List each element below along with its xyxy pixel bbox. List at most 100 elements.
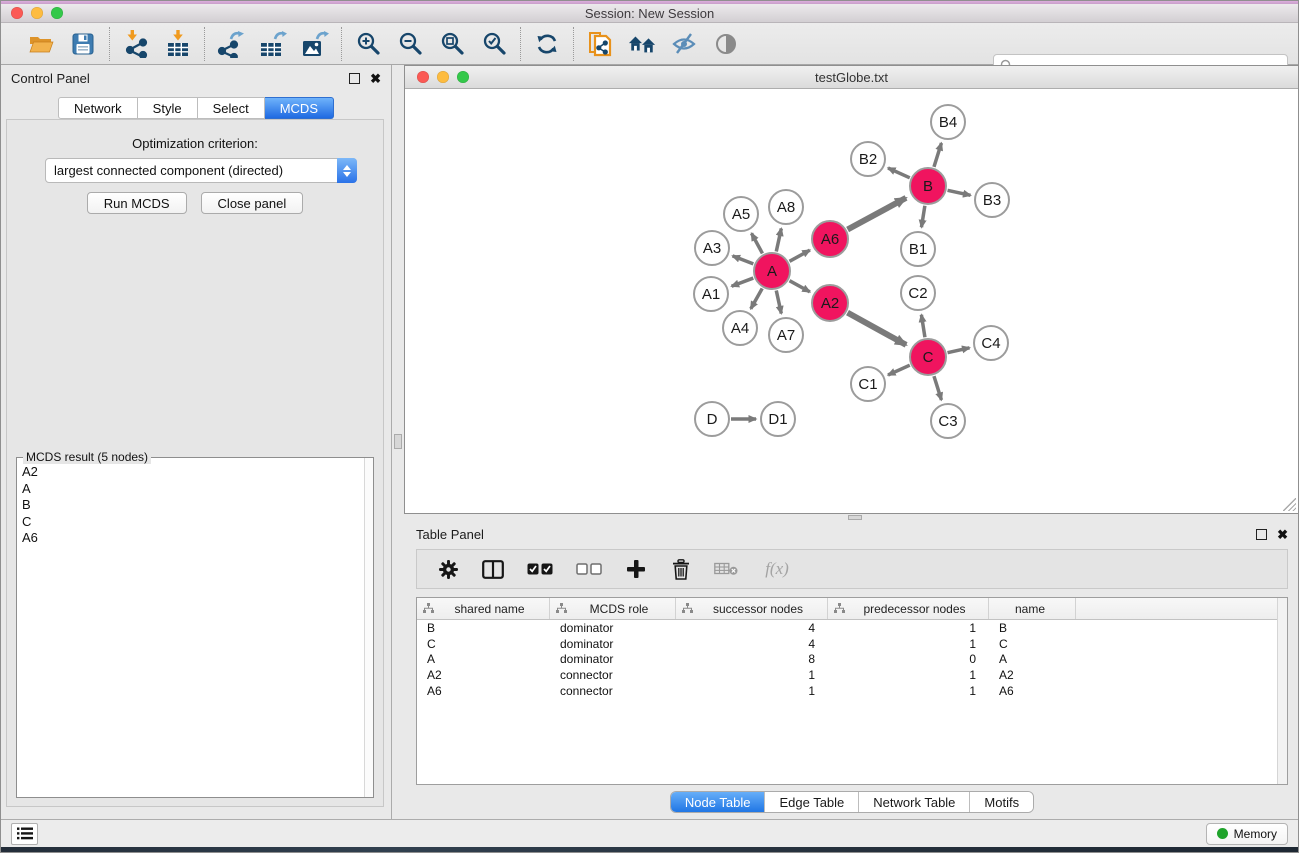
zoom-in-icon[interactable]: [354, 29, 382, 59]
mcds-result-item[interactable]: A2: [22, 464, 373, 481]
mcds-result-item[interactable]: A: [22, 481, 373, 498]
zoom-fit-icon[interactable]: [438, 29, 466, 59]
tab-edge-table[interactable]: Edge Table: [764, 792, 858, 812]
cell-MCDS-role[interactable]: connector: [550, 684, 676, 698]
network-zoom-button[interactable]: [457, 71, 469, 83]
graph-node-A1[interactable]: A1: [693, 276, 729, 312]
tab-select[interactable]: Select: [198, 97, 265, 119]
edge-C-C2[interactable]: [921, 315, 925, 338]
mcds-result-scrollbar[interactable]: [364, 458, 373, 797]
network-close-button[interactable]: [417, 71, 429, 83]
edge-C-C3[interactable]: [934, 376, 941, 400]
apply-layout-icon[interactable]: [533, 29, 561, 59]
export-table-icon[interactable]: [259, 29, 287, 59]
edge-B-B2[interactable]: [888, 168, 910, 178]
graph-node-A[interactable]: A: [753, 252, 791, 290]
zoom-selected-icon[interactable]: [480, 29, 508, 59]
table-row[interactable]: Adominator80A: [417, 652, 1287, 668]
cell-predecessor-nodes[interactable]: 1: [828, 637, 989, 651]
network-minimize-button[interactable]: [437, 71, 449, 83]
duplicate-network-icon[interactable]: [586, 29, 614, 59]
export-network-icon[interactable]: [217, 29, 245, 59]
cell-MCDS-role[interactable]: dominator: [550, 652, 676, 666]
graph-node-A5[interactable]: A5: [723, 196, 759, 232]
graph-node-A6[interactable]: A6: [811, 220, 849, 258]
graph-node-C1[interactable]: C1: [850, 366, 886, 402]
edge-C-C1[interactable]: [888, 365, 910, 375]
graph-node-A3[interactable]: A3: [694, 230, 730, 266]
mcds-result-list[interactable]: A2ABCA6: [17, 458, 373, 797]
vertical-splitter[interactable]: [392, 65, 404, 819]
cell-name[interactable]: B: [989, 621, 1076, 635]
criterion-dropdown[interactable]: largest connected component (directed): [45, 158, 357, 183]
graph-node-B[interactable]: B: [909, 167, 947, 205]
graph-node-C[interactable]: C: [909, 338, 947, 376]
cell-predecessor-nodes[interactable]: 1: [828, 684, 989, 698]
cell-name[interactable]: A2: [989, 668, 1076, 682]
cell-name[interactable]: A6: [989, 684, 1076, 698]
cell-shared-name[interactable]: C: [417, 637, 550, 651]
format-columns-icon[interactable]: [480, 555, 506, 583]
cell-successor-nodes[interactable]: 1: [676, 684, 828, 698]
graph-node-B3[interactable]: B3: [974, 182, 1010, 218]
tab-motifs[interactable]: Motifs: [969, 792, 1033, 812]
edge-A-A8[interactable]: [776, 228, 781, 251]
cell-MCDS-role[interactable]: connector: [550, 668, 676, 682]
edge-A-A5[interactable]: [752, 233, 763, 253]
show-graphics-details-icon[interactable]: [712, 29, 740, 59]
open-session-icon[interactable]: [27, 29, 55, 59]
column-header-MCDS-role[interactable]: MCDS role: [550, 598, 676, 619]
table-row[interactable]: Cdominator41C: [417, 636, 1287, 652]
edge-A-A6[interactable]: [790, 250, 810, 261]
edge-A6-B[interactable]: [848, 198, 906, 230]
edge-A-A1[interactable]: [732, 278, 754, 286]
graph-node-B4[interactable]: B4: [930, 104, 966, 140]
import-table-icon[interactable]: [164, 29, 192, 59]
window-resize-grip[interactable]: [1283, 498, 1296, 511]
horizontal-splitter-grip[interactable]: [848, 515, 862, 520]
cell-successor-nodes[interactable]: 4: [676, 621, 828, 635]
mcds-result-item[interactable]: B: [22, 497, 373, 514]
mcds-result-item[interactable]: C: [22, 514, 373, 531]
cell-successor-nodes[interactable]: 4: [676, 637, 828, 651]
tab-mcds[interactable]: MCDS: [265, 97, 334, 119]
cell-predecessor-nodes[interactable]: 0: [828, 652, 989, 666]
column-header-successor-nodes[interactable]: successor nodes: [676, 598, 828, 619]
table-mode-gear-icon[interactable]: [435, 555, 461, 583]
cell-shared-name[interactable]: A2: [417, 668, 550, 682]
cell-name[interactable]: C: [989, 637, 1076, 651]
edge-C-C4[interactable]: [948, 348, 970, 353]
column-header-name[interactable]: name: [989, 598, 1076, 619]
column-header-predecessor-nodes[interactable]: predecessor nodes: [828, 598, 989, 619]
column-header-shared-name[interactable]: shared name: [417, 598, 550, 619]
cell-shared-name[interactable]: A: [417, 652, 550, 666]
close-table-panel-icon[interactable]: ✖: [1277, 529, 1288, 540]
deselect-all-rows-icon[interactable]: [574, 555, 604, 583]
edge-A-A2[interactable]: [790, 281, 810, 292]
cell-predecessor-nodes[interactable]: 1: [828, 621, 989, 635]
cell-successor-nodes[interactable]: 1: [676, 668, 828, 682]
edge-A2-C[interactable]: [848, 313, 907, 345]
edge-B-B1[interactable]: [921, 206, 924, 228]
save-session-icon[interactable]: [69, 29, 97, 59]
tab-network[interactable]: Network: [58, 97, 138, 119]
cell-shared-name[interactable]: B: [417, 621, 550, 635]
graph-node-C2[interactable]: C2: [900, 275, 936, 311]
float-panel-icon[interactable]: [349, 73, 360, 84]
mcds-result-item[interactable]: A6: [22, 530, 373, 547]
tab-style[interactable]: Style: [138, 97, 198, 119]
float-table-panel-icon[interactable]: [1256, 529, 1267, 540]
close-panel-button[interactable]: Close panel: [201, 192, 304, 214]
table-scrollbar[interactable]: [1277, 598, 1287, 784]
graph-node-D[interactable]: D: [694, 401, 730, 437]
zoom-out-icon[interactable]: [396, 29, 424, 59]
graph-node-B1[interactable]: B1: [900, 231, 936, 267]
import-network-icon[interactable]: [122, 29, 150, 59]
hide-graphics-details-icon[interactable]: [670, 29, 698, 59]
close-panel-icon[interactable]: ✖: [370, 73, 381, 84]
run-mcds-button[interactable]: Run MCDS: [87, 192, 187, 214]
tab-network-table[interactable]: Network Table: [858, 792, 969, 812]
select-all-rows-icon[interactable]: [525, 555, 555, 583]
table-row[interactable]: Bdominator41B: [417, 620, 1287, 636]
edge-A-A7[interactable]: [776, 291, 781, 314]
